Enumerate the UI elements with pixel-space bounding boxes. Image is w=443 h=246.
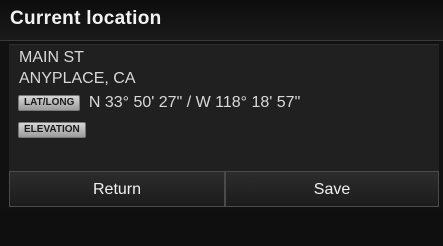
elevation-row: ELEVATION bbox=[18, 121, 86, 139]
elevation-tag: ELEVATION bbox=[18, 121, 86, 138]
action-button-row: Return Save bbox=[9, 171, 439, 207]
save-button[interactable]: Save bbox=[225, 171, 439, 207]
street-name: MAIN ST bbox=[19, 49, 84, 66]
location-info-panel: MAIN ST ANYPLACE, CA LAT/LONG N 33° 50' … bbox=[9, 44, 439, 171]
coordinates-row: LAT/LONG N 33° 50' 27" / W 118° 18' 57" bbox=[18, 94, 300, 116]
page-title: Current location bbox=[10, 8, 162, 29]
current-location-screen: Current location MAIN ST ANYPLACE, CA LA… bbox=[0, 0, 443, 246]
title-bar: Current location bbox=[0, 0, 443, 41]
bottom-area bbox=[0, 210, 443, 246]
return-button[interactable]: Return bbox=[9, 171, 225, 207]
coordinates-value: N 33° 50' 27" / W 118° 18' 57" bbox=[88, 94, 301, 111]
city-state: ANYPLACE, CA bbox=[19, 70, 136, 87]
latlong-tag: LAT/LONG bbox=[18, 95, 81, 111]
